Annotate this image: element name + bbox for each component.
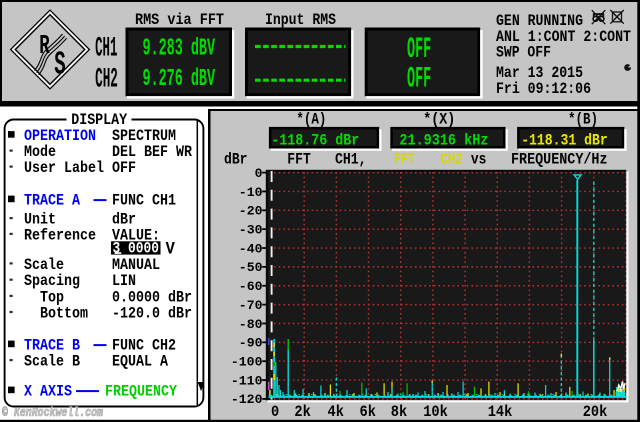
- svg-text:FREQUENCY: FREQUENCY: [105, 383, 177, 401]
- svg-text:3 0000: 3 0000: [113, 239, 160, 257]
- svg-text:OFF: OFF: [112, 159, 136, 177]
- svg-text:CH2: CH2: [95, 65, 118, 96]
- svg-text:-60: -60: [239, 280, 263, 294]
- svg-text:-120: -120: [231, 393, 263, 407]
- svg-text:SWP OFF: SWP OFF: [496, 44, 551, 62]
- svg-text:TRACE A: TRACE A: [24, 192, 80, 210]
- svg-text:Bottom: Bottom: [40, 304, 88, 322]
- svg-text:-90: -90: [239, 337, 263, 351]
- svg-text:Scale: Scale: [24, 256, 64, 274]
- svg-text:-10: -10: [239, 186, 263, 200]
- svg-text:FFT: FFT: [287, 151, 311, 169]
- svg-text:10k: 10k: [423, 403, 448, 421]
- svg-text:-118.76 dBr: -118.76 dBr: [271, 132, 359, 150]
- svg-text:vs: vs: [471, 151, 487, 169]
- svg-text:*(A): *(A): [296, 110, 326, 128]
- svg-text:-20: -20: [239, 205, 263, 219]
- svg-text:8k: 8k: [391, 403, 408, 421]
- svg-text:X AXIS: X AXIS: [24, 383, 72, 401]
- svg-text:-120.0 dBr: -120.0 dBr: [112, 304, 192, 322]
- svg-text:Reference: Reference: [24, 226, 96, 244]
- svg-text:14k: 14k: [488, 403, 513, 421]
- svg-text:Scale B: Scale B: [24, 353, 80, 371]
- svg-text:-30: -30: [239, 223, 263, 237]
- svg-text:9.283 dBV: 9.283 dBV: [143, 36, 216, 63]
- svg-text:2k: 2k: [294, 403, 311, 421]
- svg-text:4k: 4k: [328, 403, 345, 421]
- svg-text:© KenRockwell.com: © KenRockwell.com: [2, 406, 103, 420]
- svg-text:CH1,: CH1,: [335, 151, 367, 169]
- svg-text:OFF: OFF: [407, 63, 431, 97]
- svg-text:User Label: User Label: [24, 159, 104, 177]
- svg-text:-118.31 dBr: -118.31 dBr: [521, 132, 608, 150]
- svg-text:Fri 09:12:06: Fri 09:12:06: [496, 80, 591, 98]
- svg-text:EQUAL A: EQUAL A: [112, 353, 168, 371]
- svg-text:FUNC CH1: FUNC CH1: [112, 192, 176, 210]
- svg-text:MANUAL: MANUAL: [112, 256, 160, 274]
- svg-text:CH2: CH2: [440, 151, 463, 169]
- svg-text:V: V: [166, 239, 176, 259]
- svg-text:20k: 20k: [583, 403, 608, 421]
- svg-text:Input RMS: Input RMS: [265, 11, 336, 29]
- svg-text:-50: -50: [239, 261, 263, 275]
- svg-text:*(B): *(B): [568, 110, 598, 128]
- svg-text:0: 0: [255, 167, 263, 181]
- svg-text:9.276 dBV: 9.276 dBV: [143, 66, 216, 93]
- svg-text:21.9316 kHz: 21.9316 kHz: [399, 132, 488, 150]
- svg-text:FFT: FFT: [394, 151, 415, 169]
- svg-text:FREQUENCY/Hz: FREQUENCY/Hz: [511, 151, 608, 169]
- svg-text:6k: 6k: [360, 403, 377, 421]
- svg-text:S: S: [54, 47, 65, 84]
- svg-text:-40: -40: [239, 242, 263, 256]
- svg-text:RMS via FFT: RMS via FFT: [135, 11, 224, 29]
- svg-text:0: 0: [271, 403, 279, 421]
- svg-text:-80: -80: [239, 318, 263, 332]
- svg-text:-110: -110: [231, 374, 263, 388]
- svg-text:dBr: dBr: [224, 151, 248, 169]
- svg-text:-70: -70: [239, 299, 263, 313]
- svg-text:CH1: CH1: [95, 34, 117, 65]
- svg-text:*(X): *(X): [423, 110, 455, 128]
- svg-text:-100: -100: [231, 356, 263, 370]
